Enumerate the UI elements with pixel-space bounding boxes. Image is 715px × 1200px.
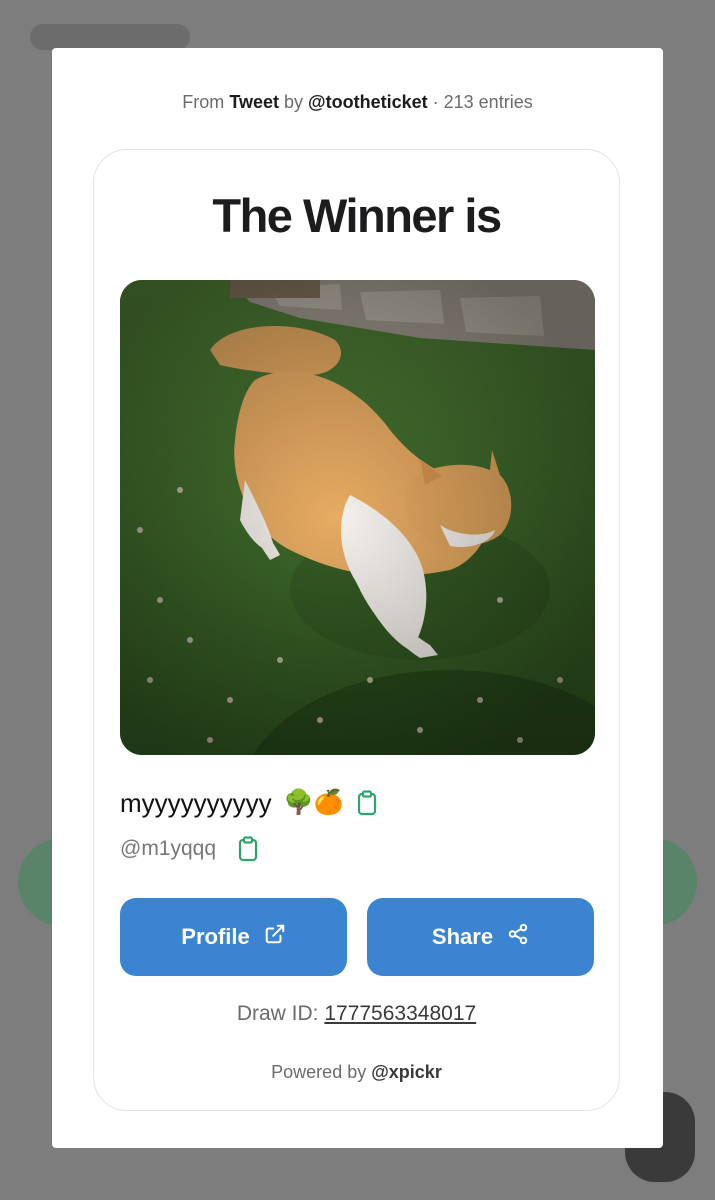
draw-id-line: Draw ID: 1777563348017 (94, 1002, 619, 1026)
source-author[interactable]: @tootheticket (308, 92, 428, 112)
draw-id-link[interactable]: 1777563348017 (324, 1002, 476, 1025)
share-icon (507, 923, 529, 951)
powered-by-prefix: Powered by (271, 1062, 367, 1082)
external-link-icon (264, 923, 286, 951)
share-button[interactable]: Share (367, 898, 594, 976)
profile-button-label: Profile (181, 924, 250, 949)
powered-by: Powered by @xpickr (94, 1062, 619, 1083)
source-separator: · (432, 92, 439, 112)
winner-handle-row: @m1yqqq (120, 834, 260, 864)
source-line: From Tweet by @tootheticket · 213 entrie… (52, 92, 663, 113)
profile-button[interactable]: Profile (120, 898, 347, 976)
share-button-label: Share (431, 924, 494, 949)
copy-icon[interactable] (236, 836, 260, 862)
winner-avatar-image (120, 280, 595, 755)
copy-icon[interactable] (355, 790, 379, 816)
source-platform: Tweet (229, 92, 279, 112)
winner-name-emojis: 🌳🍊 (283, 789, 344, 816)
source-by: by (284, 92, 304, 112)
winner-name: myyyyyyyyyy (120, 787, 272, 818)
winner-handle: @m1yqqq (120, 837, 217, 860)
draw-id-label: Draw ID: (236, 1002, 319, 1025)
background-header (30, 24, 190, 50)
winner-name-row: myyyyyyyyyy 🌳🍊 (120, 786, 379, 820)
source-prefix: From (182, 92, 225, 112)
entries-count: 213 entries (443, 92, 533, 112)
winner-card: The Winner is myyyyyyyyyy 🌳🍊 @m1yqqq Pro… (93, 149, 620, 1111)
winner-modal: From Tweet by @tootheticket · 213 entrie… (52, 48, 663, 1148)
winner-title: The Winner is (212, 189, 502, 242)
powered-by-handle[interactable]: @xpickr (371, 1062, 442, 1082)
